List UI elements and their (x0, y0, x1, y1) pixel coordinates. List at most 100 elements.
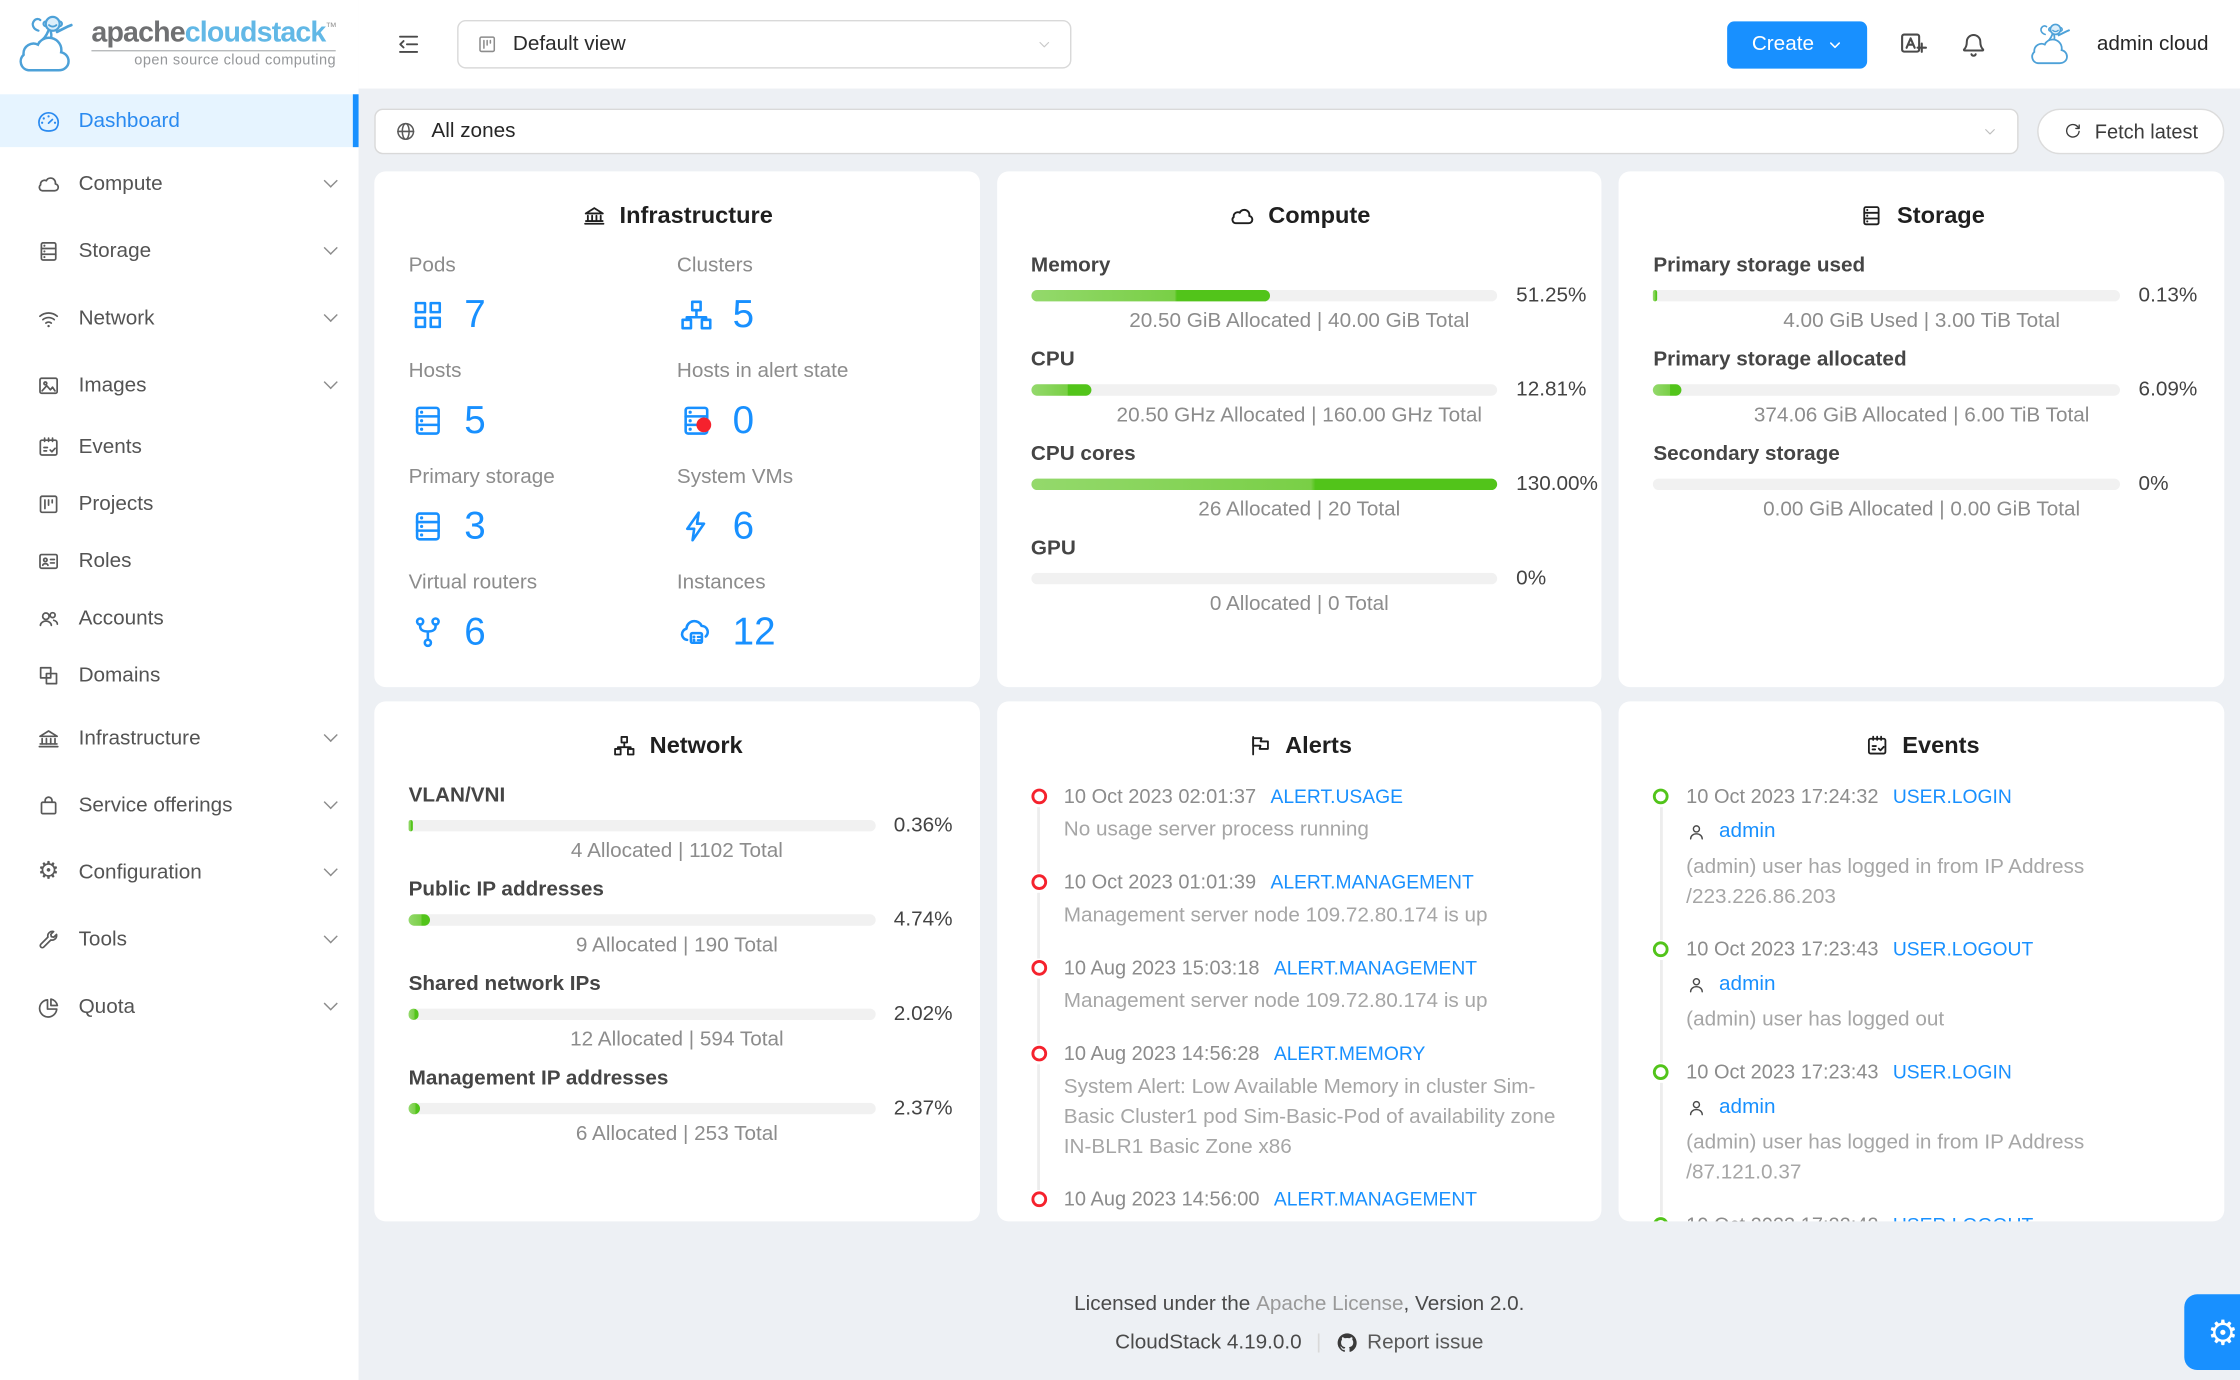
chevron-down-icon (323, 240, 338, 255)
event-user-link[interactable]: admin (1719, 1093, 1775, 1123)
sidebar-item-tools[interactable]: Tools (0, 906, 359, 973)
cluster-icon (611, 733, 637, 759)
sidebar-item-images[interactable]: Images (0, 351, 359, 418)
wifi-icon (36, 305, 62, 331)
sidebar-item-domains[interactable]: Domains (0, 647, 359, 704)
card-title-row: Compute (1031, 197, 1568, 234)
alert-text: System Alert: Low Available Memory in cl… (1063, 1075, 1556, 1159)
notification-bell-icon[interactable] (1958, 29, 1988, 59)
page-footer: Licensed under the Apache License, Versi… (374, 1221, 2224, 1354)
sidebar-item-projects[interactable]: Projects (0, 476, 359, 533)
event-text: (admin) user has logged in from IP Addre… (1686, 1131, 2085, 1185)
sidebar-item-label: Network (78, 306, 155, 330)
event-type-link[interactable]: USER.LOGIN (1893, 1060, 2012, 1086)
sidebar-item-configuration[interactable]: ⚙ Configuration (0, 839, 359, 906)
event-type-link[interactable]: USER.LOGOUT (1893, 1213, 2033, 1221)
event-type-link[interactable]: USER.LOGIN (1893, 784, 2012, 810)
progress-fill (1653, 383, 1682, 395)
translate-icon[interactable] (1897, 29, 1928, 60)
alert-type-link[interactable]: ALERT.USAGE (1270, 784, 1403, 810)
section-label: Memory (1030, 254, 1111, 278)
progress-bar: 12.81% (1030, 378, 1586, 401)
card-title-row: Events (1653, 727, 2190, 764)
alert-dot-icon (1030, 787, 1047, 804)
header-actions: Create admin cloud (1727, 20, 2209, 69)
sidebar-item-quota[interactable]: Quota (0, 973, 359, 1040)
sidebar-item-events[interactable]: Events (0, 419, 359, 476)
allocation-caption: 0 Allocated | 0 Total (1209, 592, 1389, 616)
secondary-storage-section: Secondary storage 0% 0.00 GiB Allocated … (1653, 441, 2190, 522)
event-user-link[interactable]: admin (1719, 817, 1775, 847)
settings-floating-button[interactable]: ⚙ (2184, 1294, 2240, 1370)
menu-fold-icon[interactable] (394, 30, 423, 59)
fetch-latest-button[interactable]: Fetch latest (2037, 108, 2225, 155)
alert-type-link[interactable]: ALERT.MEMORY (1274, 1041, 1425, 1067)
metric-number: 6 (732, 504, 755, 548)
top-header: Default view Create admin cloud (358, 0, 2240, 89)
event-user-link[interactable]: admin (1719, 970, 1775, 1000)
sidebar-item-storage[interactable]: Storage (0, 217, 359, 284)
public-ip-section: Public IP addresses 4.74% 9 Allocated | … (408, 877, 953, 958)
sidebar-item-accounts[interactable]: Accounts (0, 590, 359, 647)
calendar-check-icon (36, 434, 62, 460)
alert-type-link[interactable]: ALERT.MANAGEMENT (1270, 870, 1473, 896)
sidebar-item-infrastructure[interactable]: Infrastructure (0, 704, 359, 771)
allocation-caption: 374.06 GiB Allocated | 6.00 TiB Total (1753, 404, 2090, 428)
brand-wordmark: apachecloudstack™ open source cloud comp… (91, 17, 337, 69)
progress-percent: 2.37% (893, 1096, 953, 1120)
infrastructure-card: Infrastructure Pods 7 Clusters 5 Hosts 5… (374, 171, 980, 688)
alert-item: 10 Oct 2023 01:01:39 ALERT.MANAGEMENT Man… (1030, 869, 1568, 959)
alert-date: 10 Aug 2023 14:56:00 (1063, 1187, 1260, 1210)
create-button[interactable]: Create (1727, 20, 1867, 68)
sidebar-item-network[interactable]: Network (0, 284, 359, 351)
metric-label: Instances (676, 571, 766, 595)
metric-number: 0 (732, 398, 755, 442)
section-label: Shared network IPs (408, 972, 601, 996)
sidebar-item-dashboard[interactable]: Dashboard (0, 94, 359, 148)
progress-percent: 12.81% (1516, 377, 1587, 401)
zone-selector[interactable]: All zones (374, 108, 2019, 155)
sidebar-menu: Dashboard Compute Storage Network Images… (0, 89, 359, 1040)
progress-bar: 4.74% (408, 908, 953, 931)
brand-cloudstack: cloudstack (184, 17, 327, 50)
chevron-down-icon (323, 996, 338, 1011)
alert-type-link[interactable]: ALERT.MANAGEMENT (1274, 1187, 1477, 1213)
database-icon (36, 238, 62, 264)
sidebar-item-compute[interactable]: Compute (0, 150, 359, 217)
overlapping-squares-icon (36, 663, 62, 689)
apache-cloudstack-logo[interactable]: apachecloudstack™ open source cloud comp… (0, 0, 359, 89)
server-icon (409, 506, 448, 545)
report-issue-link[interactable]: Report issue (1336, 1331, 1483, 1354)
license-prefix: Licensed under the (1074, 1292, 1257, 1316)
person-icon (1686, 974, 1707, 995)
flag-icon (1247, 733, 1273, 759)
alert-text: Management server node 109.72.80.174 is … (1063, 904, 1488, 928)
view-selector[interactable]: Default view (457, 19, 1072, 69)
network-card: Network VLAN/VNI 0.36% 4 Allocated | 110… (374, 701, 980, 1222)
person-icon (1686, 821, 1707, 842)
progress-fill (1030, 289, 1271, 301)
metric-hosts-alert: Hosts in alert state 0 (677, 359, 945, 445)
storage-allocated-section: Primary storage allocated 6.09% 374.06 G… (1653, 347, 2197, 428)
apache-license-link[interactable]: Apache License (1256, 1293, 1403, 1316)
sidebar-item-label: Infrastructure (78, 726, 201, 750)
user-menu[interactable]: admin cloud (2018, 20, 2209, 69)
progress-fill (1653, 289, 1658, 301)
card-title-row: Network (409, 727, 946, 764)
sidebar-item-label: Quota (78, 994, 135, 1018)
event-type-link[interactable]: USER.LOGOUT (1893, 937, 2033, 963)
alert-item: 10 Aug 2023 14:56:00 ALERT.MANAGEMENT (1030, 1186, 1568, 1222)
sidebar-item-label: Service offerings (78, 793, 233, 817)
event-date: 10 Oct 2023 17:23:43 (1686, 1059, 1879, 1083)
progress-bar: 2.02% (408, 1002, 953, 1025)
card-title: Storage (1897, 202, 1985, 229)
alert-type-link[interactable]: ALERT.MANAGEMENT (1274, 956, 1477, 982)
fetch-latest-label: Fetch latest (2094, 119, 2199, 143)
sidebar-item-roles[interactable]: Roles (0, 533, 359, 590)
alert-date: 10 Aug 2023 14:56:28 (1063, 1041, 1260, 1065)
monkey-cloud-logo-icon (10, 10, 84, 79)
sidebar-item-service-offerings[interactable]: Service offerings (0, 771, 359, 838)
card-title-row: Storage (1653, 197, 2190, 234)
appstore-icon (409, 295, 448, 334)
metric-clusters: Clusters 5 (677, 253, 945, 339)
